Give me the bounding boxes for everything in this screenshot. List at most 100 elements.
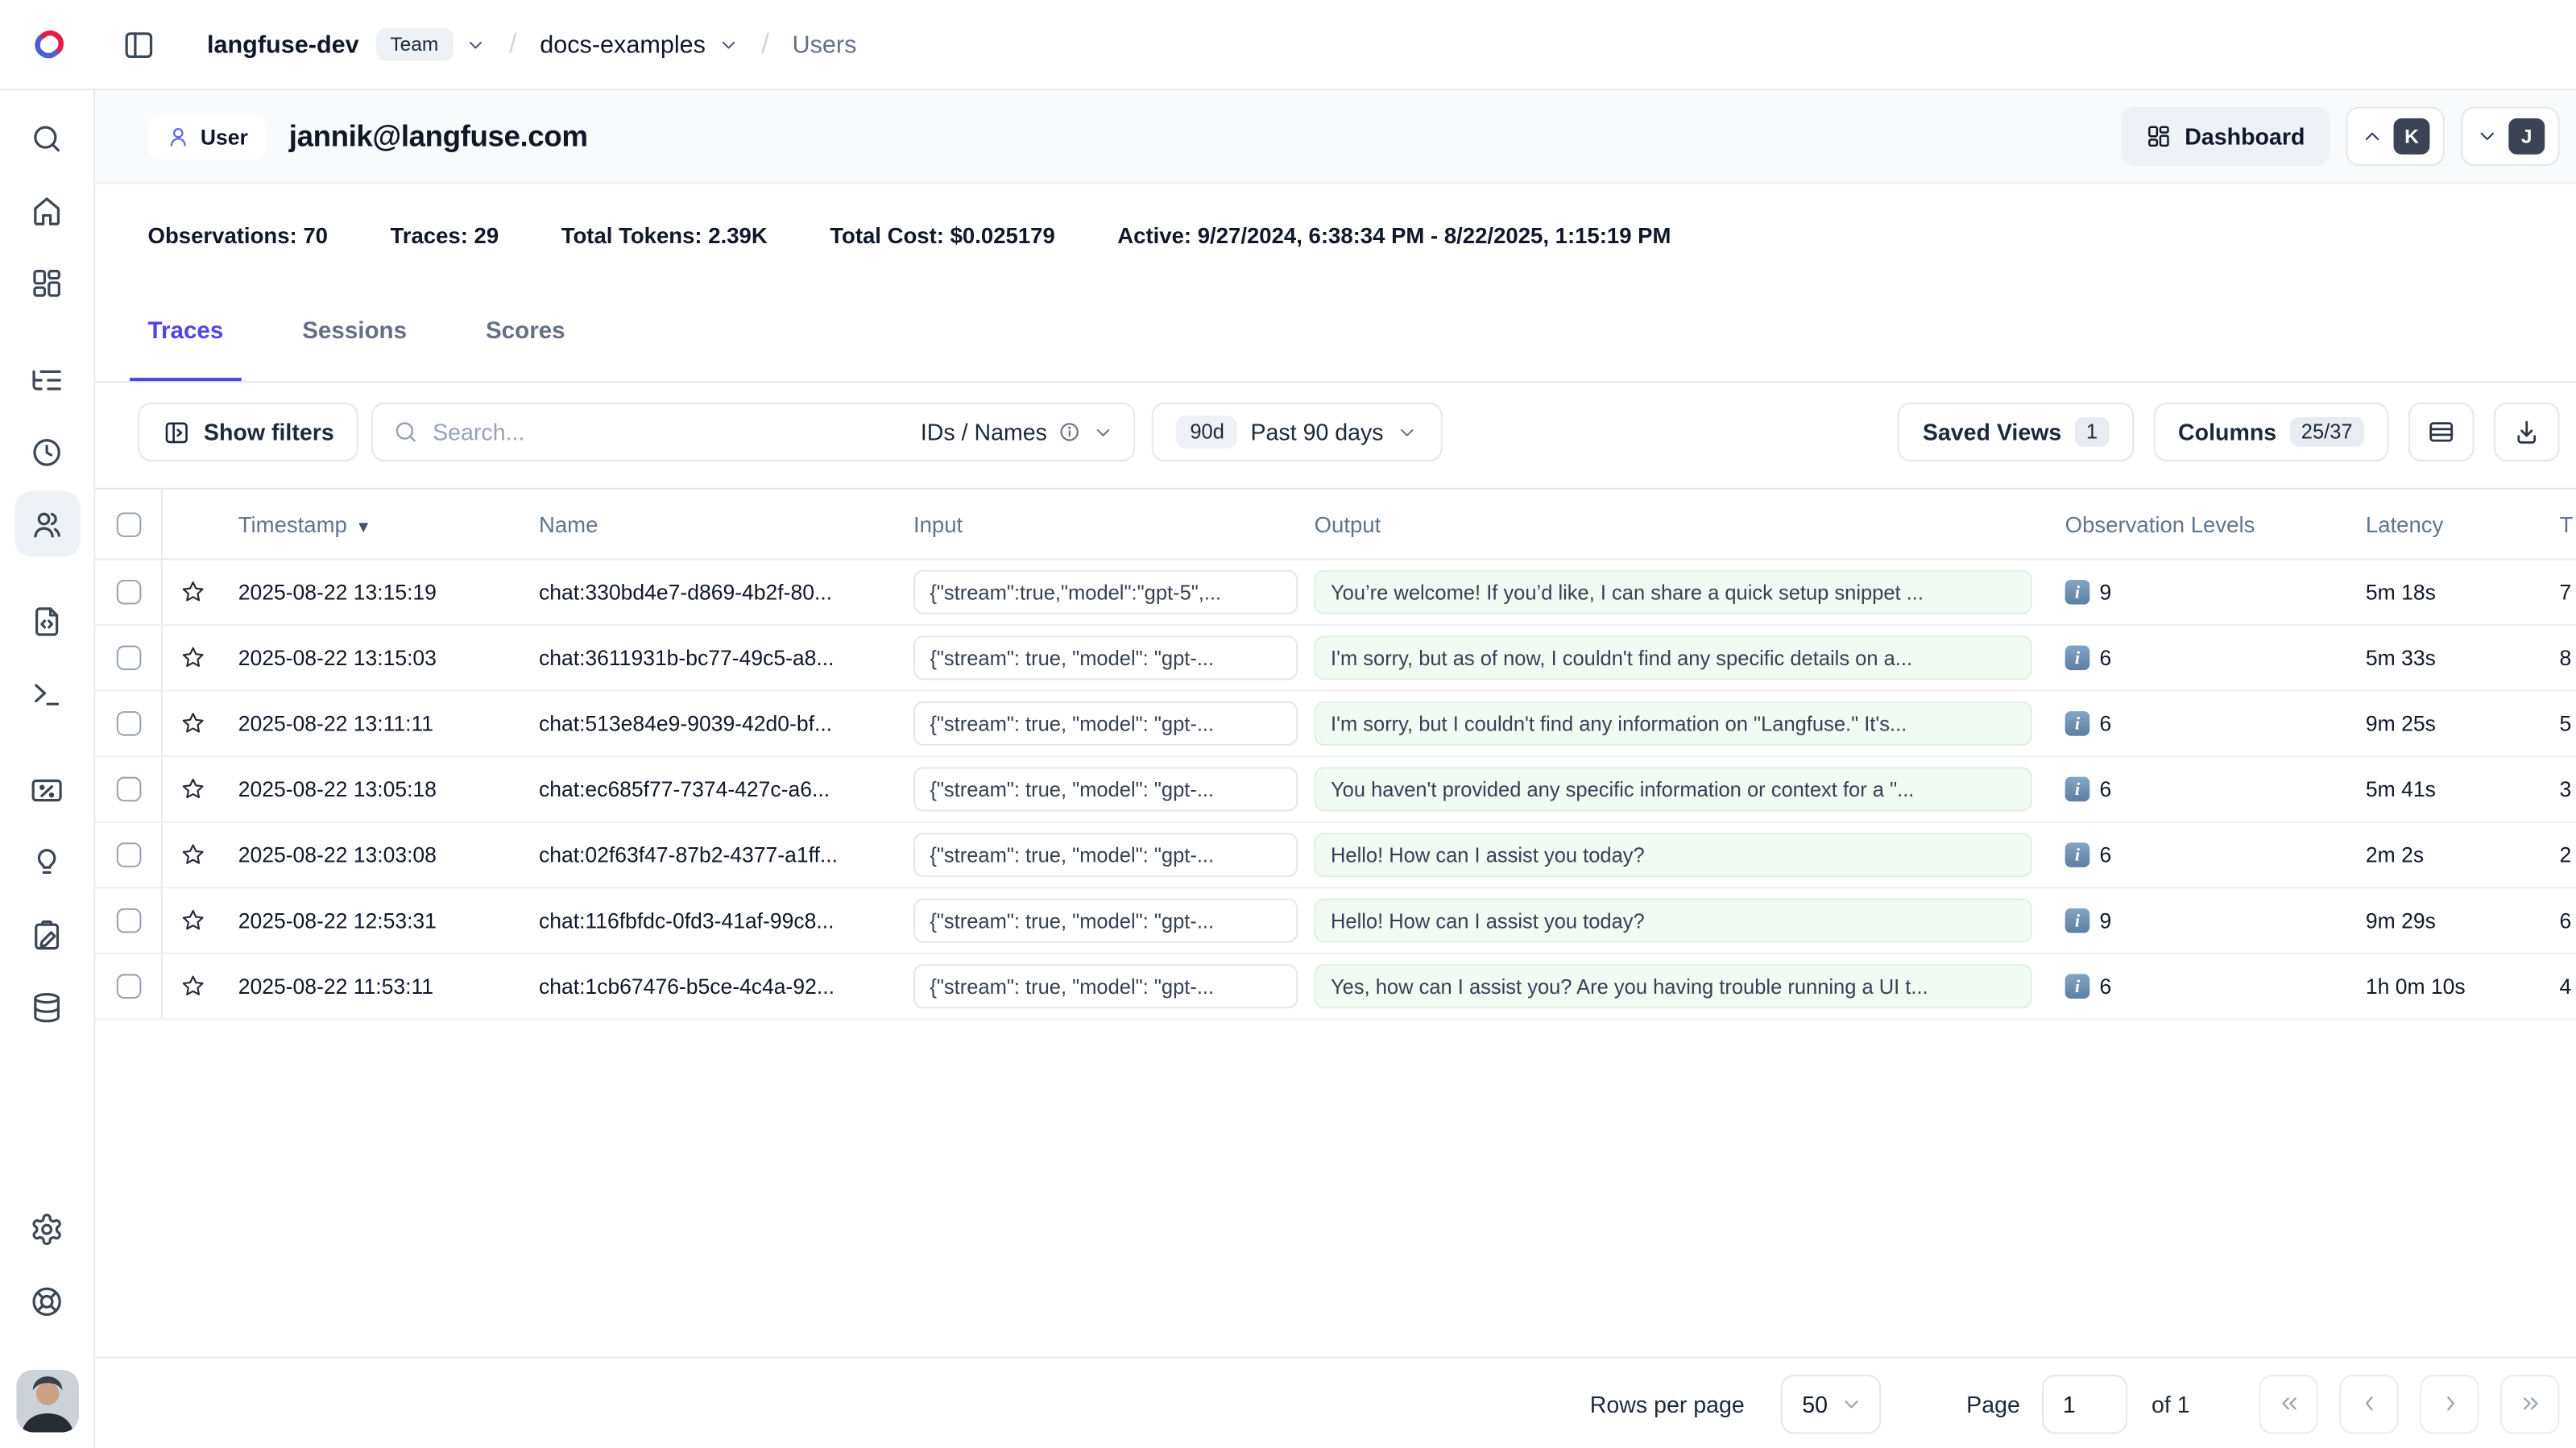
input-preview-chip[interactable]: {"stream":true,"model":"gpt-5",... <box>913 570 1298 614</box>
output-preview-chip[interactable]: Hello! How can I assist you today? <box>1315 899 2032 943</box>
tab-traces[interactable]: Traces <box>130 286 242 381</box>
search-input[interactable] <box>433 419 907 445</box>
input-preview-chip[interactable]: {"stream": true, "model": "gpt-... <box>913 964 1298 1008</box>
layout-grid-icon <box>2145 123 2172 150</box>
bookmark-star-icon[interactable] <box>178 841 206 869</box>
search-scope-dropdown[interactable]: IDs / Names <box>921 419 1115 445</box>
sidebar-item-annotation[interactable] <box>14 902 80 968</box>
header-tokens-clipped[interactable]: T <box>2543 511 2576 536</box>
export-button[interactable] <box>2494 403 2560 461</box>
show-filters-label: Show filters <box>204 419 334 445</box>
time-range-button[interactable]: 90d Past 90 days <box>1152 403 1443 461</box>
app-window: langfuse-dev Team / docs-examples / User… <box>0 0 2576 1448</box>
input-preview-chip[interactable]: {"stream": true, "model": "gpt-... <box>913 899 1298 943</box>
bookmark-star-icon[interactable] <box>178 972 206 1000</box>
search-icon <box>393 419 420 445</box>
table-row[interactable]: 2025-08-22 13:03:08 chat:02f63f47-87b2-4… <box>95 823 2576 889</box>
table-row[interactable]: 2025-08-22 12:53:31 chat:116fbfdc-0fd3-4… <box>95 888 2576 954</box>
tab-sessions[interactable]: Sessions <box>284 286 425 381</box>
output-preview-chip[interactable]: You’re welcome! If you’d like, I can sha… <box>1315 570 2032 614</box>
table-row[interactable]: 2025-08-22 11:53:11 chat:1cb67476-b5ce-4… <box>95 954 2576 1020</box>
table-row[interactable]: 2025-08-22 13:15:19 chat:330bd4e7-d869-4… <box>95 560 2576 626</box>
rows-per-page-label: Rows per page <box>1590 1390 1745 1417</box>
panel-filter-icon <box>163 418 191 446</box>
user-type-badge: User <box>148 114 267 159</box>
bookmark-star-icon[interactable] <box>178 710 206 738</box>
next-page-button[interactable] <box>2420 1374 2479 1433</box>
next-user-button[interactable]: J <box>2461 107 2559 166</box>
bookmark-star-icon[interactable] <box>178 907 206 935</box>
sidebar-item-search[interactable] <box>14 105 80 172</box>
chevron-right-icon <box>2437 1391 2462 1416</box>
breadcrumb-project[interactable]: docs-examples <box>540 31 706 59</box>
bookmark-star-icon[interactable] <box>178 776 206 804</box>
sidebar-item-prompts[interactable] <box>14 588 80 654</box>
breadcrumb-org[interactable]: langfuse-dev <box>207 31 359 59</box>
header-input[interactable]: Input <box>897 511 1307 536</box>
sidebar-item-evaluation[interactable] <box>14 829 80 896</box>
breadcrumb-separator: / <box>761 28 769 61</box>
input-preview-chip[interactable]: {"stream": true, "model": "gpt-... <box>913 635 1298 680</box>
columns-label: Columns <box>2178 419 2276 445</box>
header-output[interactable]: Output <box>1306 511 2045 536</box>
row-checkbox[interactable] <box>116 908 141 933</box>
page-number-input[interactable] <box>2041 1374 2127 1433</box>
row-checkbox[interactable] <box>116 711 141 736</box>
header-latency[interactable]: Latency <box>2349 511 2543 536</box>
columns-button[interactable]: Columns 25/37 <box>2153 403 2388 461</box>
header-observation-levels[interactable]: Observation Levels <box>2045 511 2349 536</box>
user-avatar[interactable] <box>15 1370 78 1433</box>
row-checkbox[interactable] <box>116 777 141 802</box>
input-preview-chip[interactable]: {"stream": true, "model": "gpt-... <box>913 767 1298 811</box>
first-page-button[interactable] <box>2259 1374 2317 1433</box>
sidebar-item-dashboards[interactable] <box>14 250 80 316</box>
chevron-down-icon <box>2476 125 2499 148</box>
output-preview-chip[interactable]: Yes, how can I assist you? Are you havin… <box>1315 964 2032 1008</box>
cell-latency: 9m 25s <box>2349 711 2543 736</box>
sidebar-item-scores[interactable] <box>14 757 80 823</box>
bookmark-star-icon[interactable] <box>178 643 206 672</box>
select-all-checkbox[interactable] <box>116 511 141 536</box>
input-preview-chip[interactable]: {"stream": true, "model": "gpt-... <box>913 701 1298 746</box>
output-preview-chip[interactable]: I'm sorry, but I couldn't find any infor… <box>1315 701 2032 746</box>
sidebar-item-tracing[interactable] <box>14 346 80 412</box>
cell-timestamp: 2025-08-22 13:05:18 <box>222 777 522 802</box>
table-row[interactable]: 2025-08-22 13:05:18 chat:ec685f77-7374-4… <box>95 757 2576 823</box>
header-timestamp[interactable]: Timestamp▼ <box>222 511 522 536</box>
cell-name: chat:02f63f47-87b2-4377-a1ff... <box>523 842 897 867</box>
sidebar-item-home[interactable] <box>14 177 80 243</box>
output-preview-chip[interactable]: You haven't provided any specific inform… <box>1315 767 2032 811</box>
table-row[interactable]: 2025-08-22 13:11:11 chat:513e84e9-9039-4… <box>95 692 2576 758</box>
row-checkbox[interactable] <box>116 842 141 867</box>
input-preview-chip[interactable]: {"stream": true, "model": "gpt-... <box>913 833 1298 877</box>
row-checkbox[interactable] <box>116 974 141 999</box>
header-name[interactable]: Name <box>523 511 897 536</box>
previous-page-button[interactable] <box>2339 1374 2398 1433</box>
table-row[interactable]: 2025-08-22 13:15:03 chat:3611931b-bc77-4… <box>95 626 2576 692</box>
sidebar-item-datasets[interactable] <box>14 974 80 1040</box>
bookmark-star-icon[interactable] <box>178 578 206 606</box>
row-checkbox[interactable] <box>116 580 141 605</box>
row-checkbox[interactable] <box>116 646 141 671</box>
cell-input: {"stream":true,"model":"gpt-5",... <box>897 570 1307 614</box>
rows-per-page-select[interactable]: 50 <box>1781 1374 1881 1433</box>
sidebar-toggle-button[interactable] <box>109 14 168 73</box>
cell-timestamp: 2025-08-22 13:03:08 <box>222 842 522 867</box>
stat-observations: Observations: 70 <box>148 222 328 247</box>
last-page-button[interactable] <box>2500 1374 2559 1433</box>
sidebar-item-sessions[interactable] <box>14 419 80 485</box>
output-preview-chip[interactable]: Hello! How can I assist you today? <box>1315 833 2032 877</box>
sidebar-item-support[interactable] <box>14 1268 80 1334</box>
sidebar-item-settings[interactable] <box>14 1196 80 1262</box>
show-filters-button[interactable]: Show filters <box>138 403 358 461</box>
chevron-down-icon[interactable] <box>465 34 487 56</box>
tab-scores[interactable]: Scores <box>468 286 584 381</box>
chevron-down-icon[interactable] <box>717 34 739 56</box>
dashboard-button[interactable]: Dashboard <box>2121 107 2330 166</box>
sidebar-item-playground[interactable] <box>14 660 80 726</box>
row-height-button[interactable] <box>2408 403 2475 461</box>
saved-views-button[interactable]: Saved Views 1 <box>1898 403 2134 461</box>
previous-user-button[interactable]: K <box>2346 107 2444 166</box>
sidebar-item-users[interactable] <box>14 491 80 557</box>
output-preview-chip[interactable]: I'm sorry, but as of now, I couldn't fin… <box>1315 635 2032 680</box>
